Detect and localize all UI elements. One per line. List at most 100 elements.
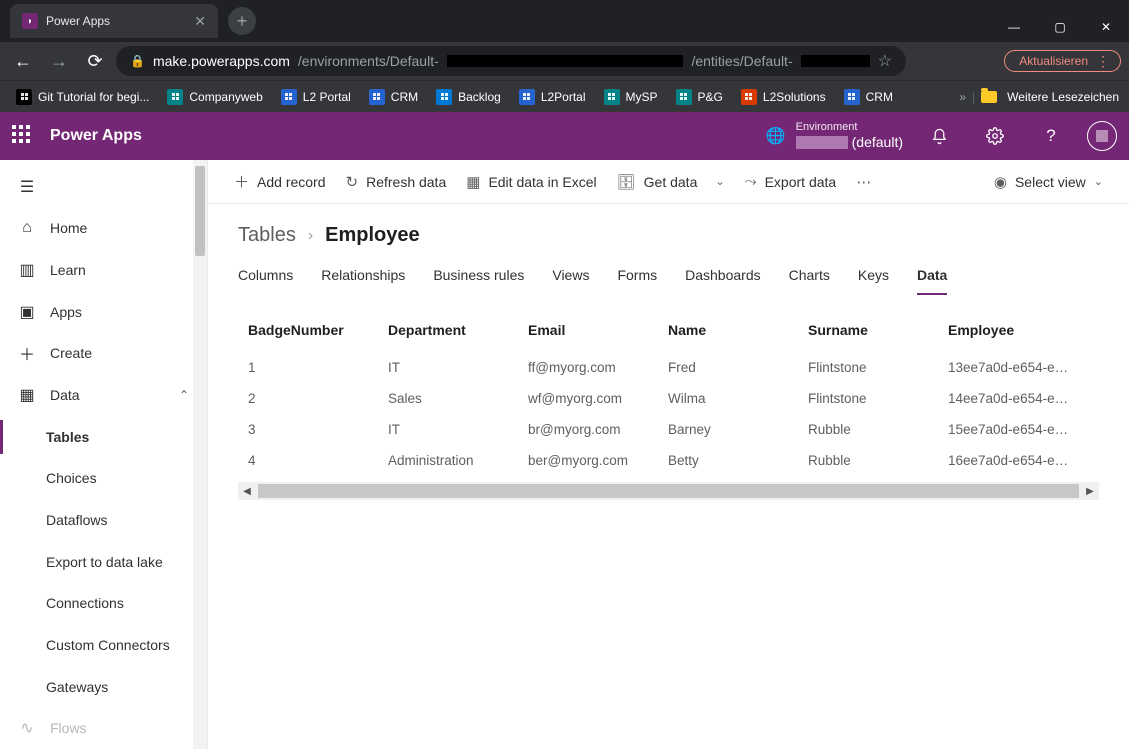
minimize-button[interactable]: — xyxy=(991,12,1037,42)
browser-update-badge[interactable]: Aktualisieren ⋮ xyxy=(1004,50,1121,72)
table-row[interactable]: 1ITff@myorg.comFredFlintstone13ee7a0d-e6… xyxy=(238,352,1099,383)
scrollbar-track[interactable] xyxy=(258,484,1079,498)
table-cell: wf@myorg.com xyxy=(528,391,668,406)
chevron-up-icon: ⌃ xyxy=(179,388,189,402)
bookmark-item[interactable]: CRM xyxy=(838,85,899,109)
sidebar: ☰ ⌂Home ▥Learn ▣Apps ＋Create ▦Data ⌃ Tab… xyxy=(0,160,208,749)
bookmark-item[interactable]: L2 Portal xyxy=(275,85,357,109)
bookmark-item[interactable]: L2Portal xyxy=(513,85,592,109)
table-cell: Sales xyxy=(388,391,528,406)
pivot-tab-columns[interactable]: Columns xyxy=(238,263,293,295)
select-view-button[interactable]: ◉Select view⌄ xyxy=(986,167,1111,197)
close-window-button[interactable]: ✕ xyxy=(1083,12,1129,42)
sidebar-label: Home xyxy=(50,220,87,236)
bookmark-item[interactable]: Backlog xyxy=(430,85,507,109)
pivot-tab-charts[interactable]: Charts xyxy=(789,263,830,295)
environment-icon: 🌐 xyxy=(766,126,786,146)
pivot-tab-views[interactable]: Views xyxy=(552,263,589,295)
column-header[interactable]: Surname xyxy=(808,322,948,338)
sidebar-item-data[interactable]: ▦Data ⌃ xyxy=(0,374,207,416)
pivot-tab-keys[interactable]: Keys xyxy=(858,263,889,295)
environment-picker[interactable]: 🌐 Environment (default) xyxy=(766,121,903,151)
bookmark-item[interactable]: MySP xyxy=(598,85,664,109)
table-cell: ff@myorg.com xyxy=(528,360,668,375)
flow-icon: ∿ xyxy=(18,718,36,738)
bookmark-item[interactable]: P&G xyxy=(670,85,729,109)
column-header[interactable]: Name xyxy=(668,322,808,338)
column-header[interactable]: BadgeNumber xyxy=(248,322,388,338)
sidebar-item-gateways[interactable]: Gateways xyxy=(0,666,207,708)
bookmark-favicon xyxy=(436,89,452,105)
table-cell: Flintstone xyxy=(808,391,948,406)
reload-button[interactable]: ⟳ xyxy=(80,46,110,76)
table-cell: Wilma xyxy=(668,391,808,406)
sidebar-item-connections[interactable]: Connections xyxy=(0,582,207,624)
bookmark-item[interactable]: CRM xyxy=(363,85,424,109)
table-row[interactable]: 2Saleswf@myorg.comWilmaFlintstone14ee7a0… xyxy=(238,383,1099,414)
column-header[interactable]: Department xyxy=(388,322,528,338)
table-row[interactable]: 3ITbr@myorg.comBarneyRubble15ee7a0d-e654… xyxy=(238,414,1099,445)
sidebar-label: Gateways xyxy=(46,679,108,695)
sidebar-item-tables[interactable]: Tables xyxy=(0,416,207,458)
omnibox[interactable]: 🔒 make.powerapps.com/environments/Defaul… xyxy=(116,46,906,76)
sidebar-scrollbar[interactable] xyxy=(193,160,207,749)
add-record-button[interactable]: ＋Add record xyxy=(226,165,334,198)
bookmark-item[interactable]: L2Solutions xyxy=(735,85,832,109)
forward-button[interactable]: → xyxy=(44,46,74,76)
sidebar-item-home[interactable]: ⌂Home xyxy=(0,208,207,250)
pivot-tab-data[interactable]: Data xyxy=(917,263,947,295)
back-button[interactable]: ← xyxy=(8,46,38,76)
get-data-button[interactable]: 🗄Get data⌄ xyxy=(609,167,733,197)
bookmark-star-icon[interactable]: ☆ xyxy=(878,51,892,71)
sidebar-item-choices[interactable]: Choices xyxy=(0,457,207,499)
hamburger-icon: ☰ xyxy=(18,177,36,197)
pivot-tab-business-rules[interactable]: Business rules xyxy=(433,263,524,295)
notifications-icon[interactable] xyxy=(919,128,959,145)
horizontal-scrollbar[interactable]: ◀ ▶ xyxy=(238,482,1099,500)
table-cell: 4 xyxy=(248,453,388,468)
bookmark-favicon xyxy=(16,89,32,105)
sidebar-item-dataflows[interactable]: Dataflows xyxy=(0,499,207,541)
sidebar-item-apps[interactable]: ▣Apps xyxy=(0,291,207,333)
pivot-tab-forms[interactable]: Forms xyxy=(617,263,657,295)
app-launcher-icon[interactable] xyxy=(12,125,34,147)
bookmarks-overflow-icon[interactable]: » xyxy=(959,90,966,104)
cmd-label: Edit data in Excel xyxy=(488,174,596,190)
table-cell: Barney xyxy=(668,422,808,437)
refresh-data-button[interactable]: ↻Refresh data xyxy=(338,167,455,197)
edit-in-excel-button[interactable]: ▦Edit data in Excel xyxy=(458,167,604,197)
sidebar-hamburger[interactable]: ☰ xyxy=(0,166,207,208)
settings-icon[interactable] xyxy=(975,127,1015,145)
sidebar-item-flows[interactable]: ∿Flows xyxy=(0,707,207,749)
column-header[interactable]: Email xyxy=(528,322,668,338)
close-tab-icon[interactable]: ✕ xyxy=(194,13,206,30)
sidebar-label: Data xyxy=(50,387,80,403)
user-avatar[interactable] xyxy=(1087,121,1117,151)
scroll-left-icon[interactable]: ◀ xyxy=(238,486,256,497)
sidebar-item-learn[interactable]: ▥Learn xyxy=(0,249,207,291)
table-row[interactable]: 4Administrationber@myorg.comBettyRubble1… xyxy=(238,445,1099,476)
export-data-button[interactable]: ⤳Export data xyxy=(737,167,845,196)
bookmark-label: P&G xyxy=(698,90,723,104)
scroll-right-icon[interactable]: ▶ xyxy=(1081,486,1099,497)
bookmark-item[interactable]: Companyweb xyxy=(161,85,268,109)
app-body: ☰ ⌂Home ▥Learn ▣Apps ＋Create ▦Data ⌃ Tab… xyxy=(0,160,1129,749)
maximize-button[interactable]: ▢ xyxy=(1037,12,1083,42)
sidebar-label: Custom Connectors xyxy=(46,637,170,653)
sidebar-item-export-lake[interactable]: Export to data lake xyxy=(0,541,207,583)
bookmark-label: L2 Portal xyxy=(303,90,351,104)
help-icon[interactable]: ? xyxy=(1031,126,1071,146)
other-bookmarks[interactable]: Weitere Lesezeichen xyxy=(981,90,1119,104)
pivot-tab-relationships[interactable]: Relationships xyxy=(321,263,405,295)
apps-icon: ▣ xyxy=(18,302,36,322)
sidebar-item-custom-connectors[interactable]: Custom Connectors xyxy=(0,624,207,666)
new-tab-button[interactable]: + xyxy=(228,7,256,35)
column-header[interactable]: Employee xyxy=(948,322,1078,338)
more-commands-button[interactable]: ⋯ xyxy=(848,167,879,197)
bookmark-item[interactable]: Git Tutorial for begi... xyxy=(10,85,155,109)
sidebar-item-create[interactable]: ＋Create xyxy=(0,333,207,375)
table-cell: 13ee7a0d-e654-eb1... xyxy=(948,360,1078,375)
pivot-tab-dashboards[interactable]: Dashboards xyxy=(685,263,761,295)
browser-tab[interactable]: ◗ Power Apps ✕ xyxy=(10,4,218,38)
breadcrumb-root[interactable]: Tables xyxy=(238,224,296,247)
